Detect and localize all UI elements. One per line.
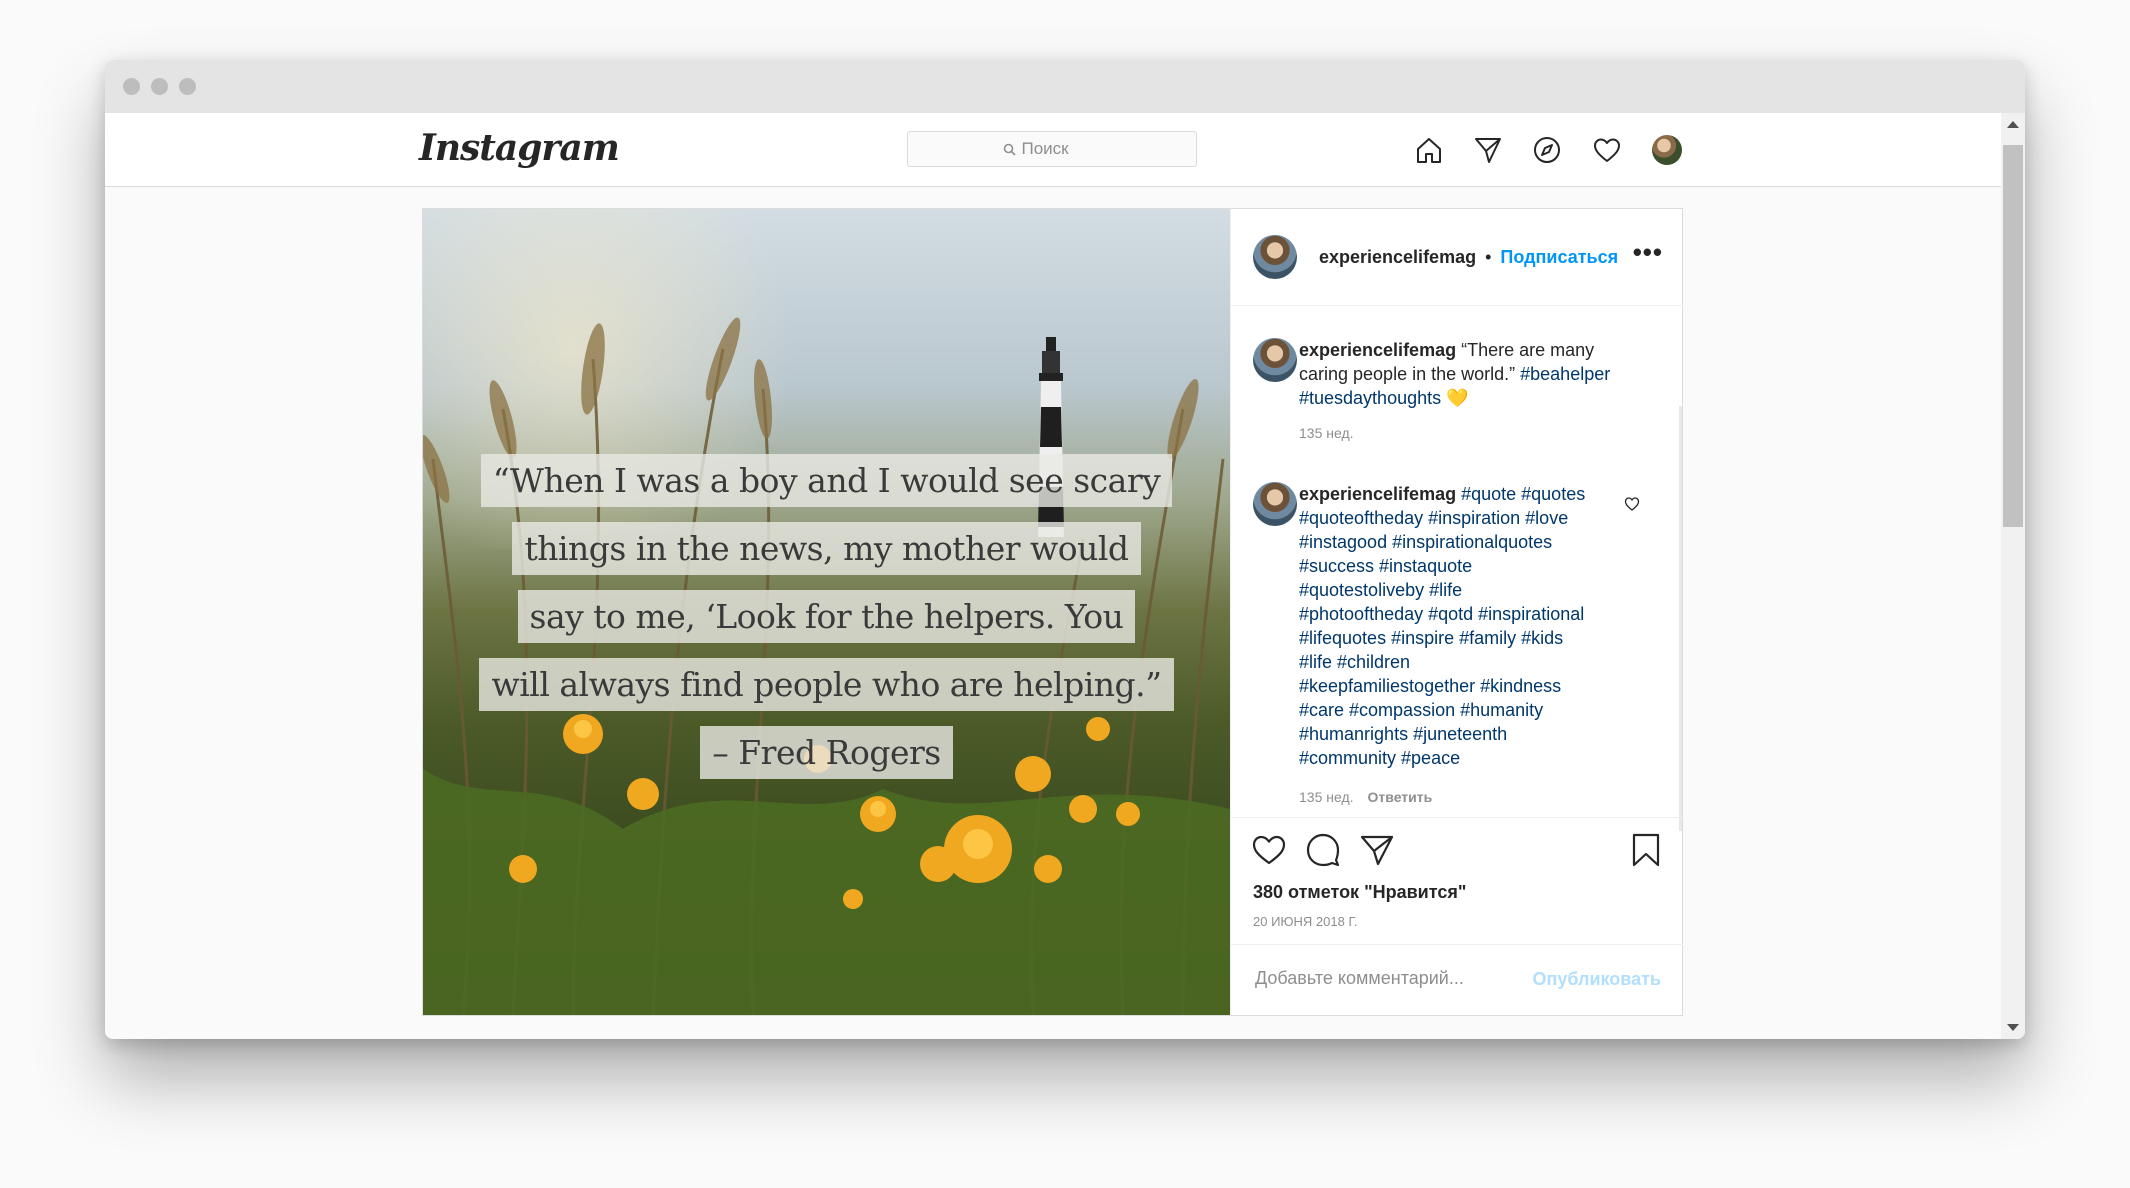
post-card: “When I was a boy and I would see scary … xyxy=(422,208,1683,1016)
share-direct-icon[interactable] xyxy=(1359,832,1395,868)
quote-line: “When I was a boy and I would see scary xyxy=(480,454,1173,507)
search-box[interactable] xyxy=(907,131,1197,167)
comment-username[interactable]: experiencelifemag xyxy=(1299,340,1456,360)
direct-icon[interactable] xyxy=(1471,133,1505,167)
post-side-panel: experiencelifemag • Подписаться ••• expe… xyxy=(1230,209,1683,1015)
instagram-logo[interactable]: Instagram xyxy=(419,127,620,169)
window-minimize-dot[interactable] xyxy=(151,78,168,95)
image-quote-overlay: “When I was a boy and I would see scary … xyxy=(423,454,1230,794)
search-icon xyxy=(1003,143,1016,156)
explore-icon[interactable] xyxy=(1530,133,1564,167)
comment-time[interactable]: 135 нед. xyxy=(1299,789,1354,805)
comment-avatar[interactable] xyxy=(1253,482,1297,526)
yellow-heart-emoji: 💛 xyxy=(1446,388,1469,408)
instagram-header: Instagram xyxy=(105,113,2001,187)
post-image[interactable]: “When I was a boy and I would see scary … xyxy=(423,209,1230,1015)
profile-avatar[interactable] xyxy=(1652,135,1682,165)
comment-meta: 135 нед. xyxy=(1299,425,1354,441)
likes-count[interactable]: 380 отметок "Нравится" xyxy=(1253,882,1466,903)
scroll-down-arrow-icon[interactable] xyxy=(2007,1024,2019,1031)
like-heart-icon[interactable] xyxy=(1251,832,1287,868)
comments-scrollbar[interactable] xyxy=(1679,406,1682,831)
author-avatar[interactable] xyxy=(1253,235,1297,279)
quote-author-line: – Fred Rogers xyxy=(700,726,953,779)
comment-time[interactable]: 135 нед. xyxy=(1299,425,1354,441)
scroll-up-arrow-icon[interactable] xyxy=(2007,121,2019,128)
post-date[interactable]: 20 ИЮНЯ 2018 Г. xyxy=(1253,914,1358,929)
activity-heart-icon[interactable] xyxy=(1590,133,1624,167)
window-titlebar xyxy=(105,60,2025,113)
comment-meta: 135 нед. Ответить xyxy=(1299,789,1432,805)
comment-like-heart-icon[interactable] xyxy=(1624,496,1640,512)
follow-button[interactable]: Подписаться xyxy=(1500,247,1618,267)
save-bookmark-icon[interactable] xyxy=(1629,832,1663,868)
author-username[interactable]: experiencelifemag xyxy=(1319,247,1476,267)
search-input[interactable] xyxy=(1021,139,1102,159)
more-options-icon[interactable]: ••• xyxy=(1633,239,1663,265)
reply-button[interactable]: Ответить xyxy=(1368,789,1433,805)
window-close-dot[interactable] xyxy=(123,78,140,95)
quote-line: things in the news, my mother would xyxy=(512,522,1141,575)
add-comment-bar: Опубликовать xyxy=(1231,944,1683,1015)
page-scrollbar[interactable] xyxy=(2001,113,2025,1039)
hashtag-comment: experiencelifemag #quote #quotes #quoteo… xyxy=(1299,482,1589,770)
post-header: experiencelifemag • Подписаться ••• xyxy=(1231,209,1683,306)
post-actions: 380 отметок "Нравится" 20 ИЮНЯ 2018 Г. О… xyxy=(1231,817,1683,1014)
comment-username[interactable]: experiencelifemag xyxy=(1299,484,1456,504)
comment-hashtags[interactable]: #quote #quotes #quoteoftheday #inspirati… xyxy=(1299,484,1585,768)
comment-avatar[interactable] xyxy=(1253,338,1297,382)
quote-line: will always find people who are helping.… xyxy=(479,658,1174,711)
home-icon[interactable] xyxy=(1412,133,1446,167)
publish-button[interactable]: Опубликовать xyxy=(1532,969,1661,990)
comment-bubble-icon[interactable] xyxy=(1305,832,1341,868)
browser-window: Instagram Поиск “When I was a boy and I … xyxy=(105,60,2025,1039)
quote-line: say to me, ‘Look for the helpers. You xyxy=(517,590,1136,643)
post-header-text: experiencelifemag • Подписаться xyxy=(1319,247,1618,268)
caption-comment: experiencelifemag “There are many caring… xyxy=(1299,338,1629,410)
header-separator: • xyxy=(1485,247,1492,267)
comment-input[interactable] xyxy=(1253,967,1507,990)
page-viewport: Instagram Поиск “When I was a boy and I … xyxy=(105,113,2025,1039)
window-maximize-dot[interactable] xyxy=(179,78,196,95)
scroll-thumb[interactable] xyxy=(2003,145,2023,527)
